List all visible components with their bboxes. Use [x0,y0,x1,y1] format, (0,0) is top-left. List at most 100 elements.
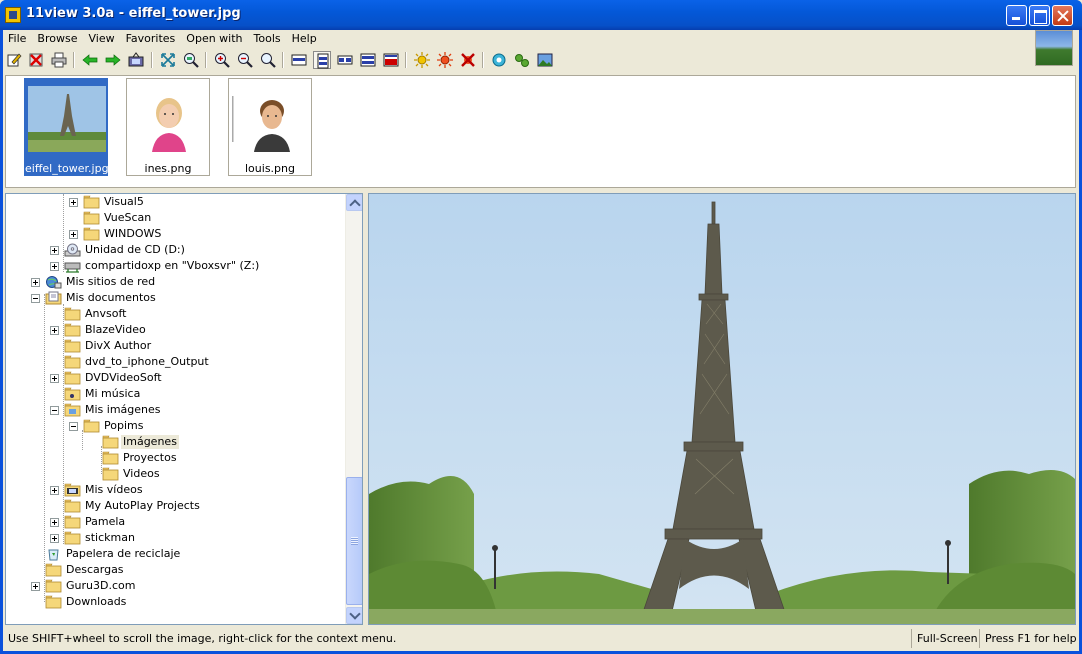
tree-node[interactable]: Imágenes [6,434,346,450]
close-button[interactable] [1052,5,1073,26]
title-bar[interactable]: 11view 3.0a - eiffel_tower.jpg [0,0,1082,30]
print-icon[interactable] [50,51,68,69]
client-area: File Browse View Favorites Open with Too… [3,30,1079,651]
tree-node-label: Unidad de CD (D:) [85,243,185,256]
tree-scrollbar[interactable] [345,194,362,624]
tree-guide-line [44,294,45,602]
fit-screen-icon[interactable] [159,51,177,69]
cd-drive-icon [64,243,81,257]
collapse-minus-icon[interactable] [69,422,78,431]
tree-node[interactable]: compartidoxp en "Vboxsvr" (Z:) [6,258,346,274]
menu-open-with[interactable]: Open with [181,30,248,48]
tree-node[interactable]: Guru3D.com [6,578,346,594]
collapse-minus-icon[interactable] [50,406,59,415]
expand-plus-icon[interactable] [50,246,59,255]
tree-node[interactable]: Anvsoft [6,306,346,322]
tree-node[interactable]: Mis imágenes [6,402,346,418]
tree-node[interactable]: VueScan [6,210,346,226]
tree-node[interactable]: My AutoPlay Projects [6,498,346,514]
tree-node[interactable]: stickman [6,530,346,546]
menu-help[interactable]: Help [287,30,323,48]
tree-node[interactable]: Papelera de reciclaje [6,546,346,562]
tree-node-label: Videos [123,467,160,480]
tree-node[interactable]: Popims [6,418,346,434]
expand-plus-icon[interactable] [69,198,78,207]
menu-tools[interactable]: Tools [249,30,287,48]
layout-full-icon[interactable] [382,51,400,69]
brightness-icon[interactable] [413,51,431,69]
tree-node[interactable]: Proyectos [6,450,346,466]
zoom-fit-icon[interactable] [182,51,200,69]
settings-icon[interactable] [490,51,508,69]
folder-icon [83,211,100,225]
scrollbar-thumb[interactable] [346,477,362,605]
folder-icon [83,195,100,209]
remove-effects-icon[interactable] [459,51,477,69]
tree-node[interactable]: Videos [6,466,346,482]
tree-node-label: Pamela [85,515,126,528]
thumbnail-louis[interactable]: louis.png [228,78,312,176]
zoom-out-icon[interactable] [236,51,254,69]
tree-node[interactable]: Mis documentos [6,290,346,306]
tree-node[interactable]: BlazeVideo [6,322,346,338]
toolbar-separator [73,52,75,68]
minimize-button[interactable] [1006,5,1027,26]
edit-icon[interactable] [5,51,23,69]
layout-thumbs-left-icon[interactable] [313,51,331,69]
thumbnail-strip: eiffel_tower.jpg ines.png louis.png [5,75,1076,188]
scroll-up-arrow-icon[interactable] [346,194,362,211]
zoom-icon[interactable] [259,51,277,69]
menu-file[interactable]: File [3,30,32,48]
wallpaper-icon[interactable] [536,51,554,69]
menu-browse[interactable]: Browse [32,30,83,48]
tree-node-label: Mi música [85,387,141,400]
tree-node[interactable]: DivX Author [6,338,346,354]
layout-image-only-icon[interactable] [359,51,377,69]
tree-node[interactable]: Pamela [6,514,346,530]
tree-node[interactable]: Unidad de CD (D:) [6,242,346,258]
image-viewer[interactable] [368,193,1076,625]
tree-node[interactable]: Downloads [6,594,346,610]
color-icon[interactable] [436,51,454,69]
layout-thumbs-bottom-icon[interactable] [336,51,354,69]
maximize-button[interactable] [1029,5,1050,26]
expand-plus-icon[interactable] [50,518,59,527]
menu-view[interactable]: View [83,30,120,48]
slideshow-icon[interactable] [127,51,145,69]
tree-node[interactable]: Mis vídeos [6,482,346,498]
tree-node-label: Mis imágenes [85,403,161,416]
thumbnail-caption: ines.png [144,162,192,175]
menu-favorites[interactable]: Favorites [121,30,182,48]
tree-node[interactable]: Visual5 [6,194,346,210]
expand-plus-icon[interactable] [50,262,59,271]
expand-plus-icon[interactable] [50,374,59,383]
delete-icon[interactable] [27,51,45,69]
toolbar [3,49,1033,71]
expand-plus-icon[interactable] [31,582,40,591]
tree-node-label: VueScan [104,211,152,224]
status-fullscreen[interactable]: Full-Screen [911,629,979,648]
tree-node[interactable]: Descargas [6,562,346,578]
plugins-icon[interactable] [513,51,531,69]
tree-node[interactable]: DVDVideoSoft [6,370,346,386]
collapse-minus-icon[interactable] [31,294,40,303]
expand-plus-icon[interactable] [50,326,59,335]
tree-node[interactable]: dvd_to_iphone_Output [6,354,346,370]
expand-plus-icon[interactable] [69,230,78,239]
zoom-in-icon[interactable] [213,51,231,69]
thumbnail-ines[interactable]: ines.png [126,78,210,176]
back-arrow-icon[interactable] [81,51,99,69]
forward-arrow-icon[interactable] [104,51,122,69]
expand-plus-icon[interactable] [50,534,59,543]
folder-icon [64,323,81,337]
tree-node[interactable]: Mis sitios de red [6,274,346,290]
expand-plus-icon[interactable] [31,278,40,287]
expand-plus-icon[interactable] [50,486,59,495]
thumbnail-eiffel-tower[interactable]: eiffel_tower.jpg [24,78,109,176]
tree-node[interactable]: Mi música [6,386,346,402]
scroll-down-arrow-icon[interactable] [346,607,362,624]
status-bar: Use SHIFT+wheel to scroll the image, rig… [3,628,1079,649]
folder-icon [64,307,81,321]
tree-node[interactable]: WINDOWS [6,226,346,242]
layout-thumbs-top-icon[interactable] [290,51,308,69]
